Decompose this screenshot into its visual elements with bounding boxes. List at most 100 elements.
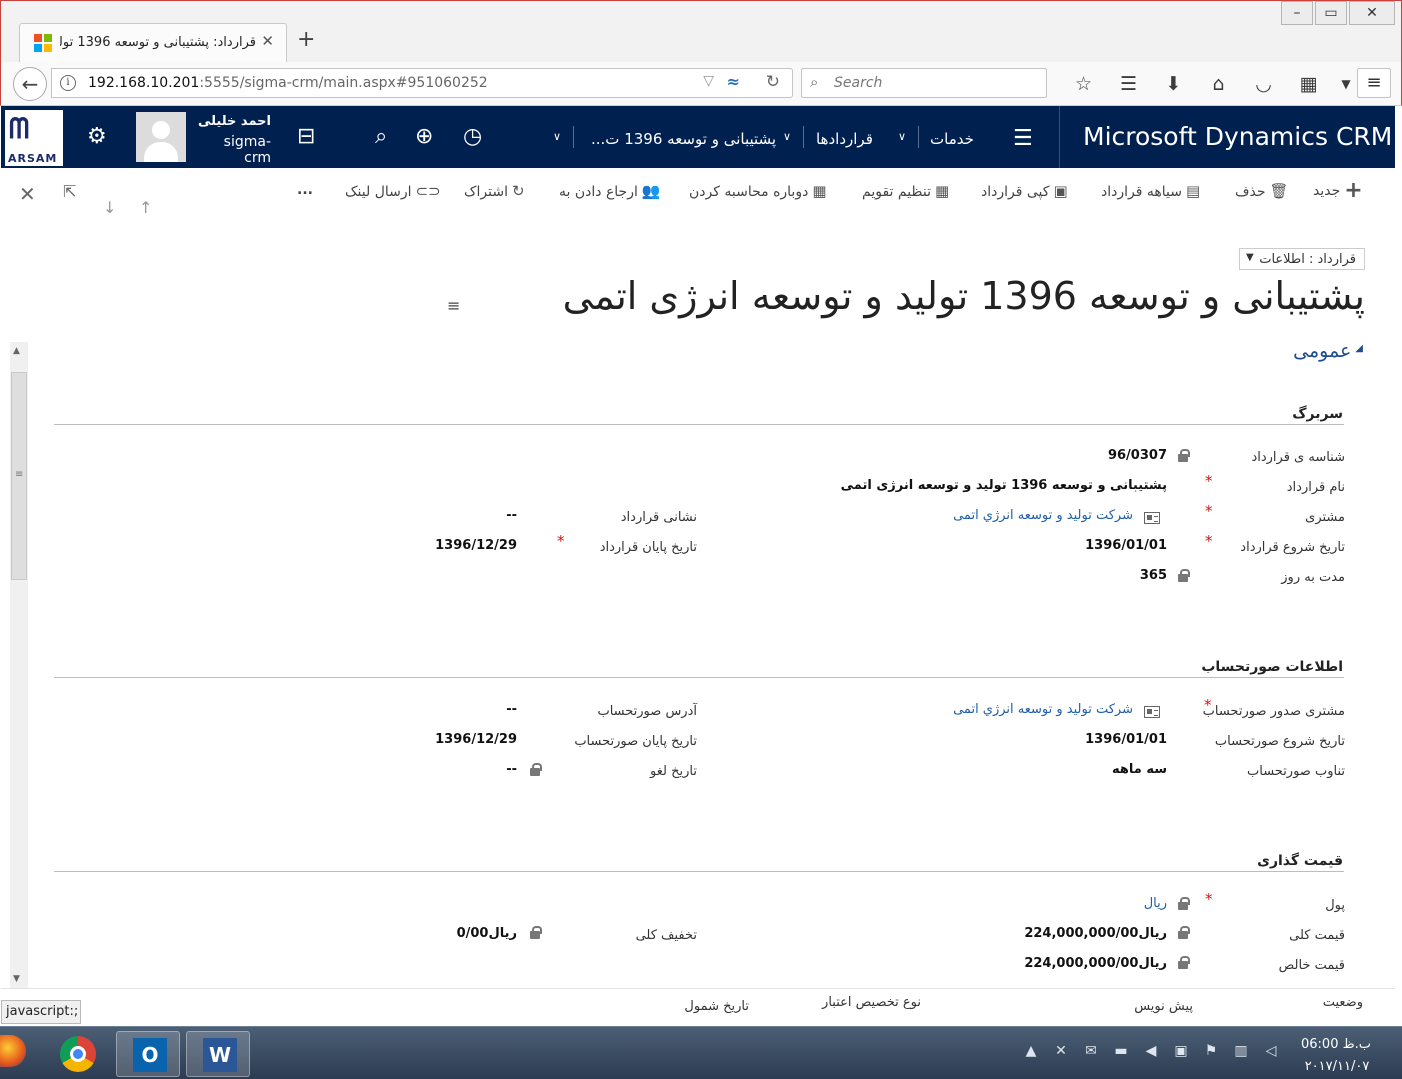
form-selector[interactable]: قرارداد : اطلاعات ▼ xyxy=(1239,248,1365,270)
billing-frequency-field[interactable]: سه ماهه xyxy=(1112,762,1167,777)
contract-id-field[interactable]: 96/0307 xyxy=(1108,448,1167,463)
reload-icon[interactable]: ↻ xyxy=(766,72,780,92)
search-box[interactable]: ⌕ Search xyxy=(801,68,1047,98)
nav-record[interactable]: پشتیبانی و توسعه 1396 ت... xyxy=(591,130,776,148)
chevron-down-icon[interactable]: ∨ xyxy=(898,130,906,143)
gear-icon[interactable]: ⚙ xyxy=(87,124,107,149)
customer-lookup[interactable]: شرکت تولید و توسعه انرژي اتمی xyxy=(953,508,1133,523)
brand-title[interactable]: Microsoft Dynamics CRM xyxy=(1083,122,1392,151)
url-text[interactable]: 192.168.10.201:5555/sigma-crm/main.aspx#… xyxy=(88,75,488,91)
scrollbar[interactable]: ▲ ≡ ▼ xyxy=(10,342,28,988)
link-icon: ⊂⊃ xyxy=(415,182,441,200)
info-icon[interactable]: i xyxy=(60,75,76,91)
company-logo[interactable]: ᗰ ARSAM xyxy=(5,110,63,166)
bill-to-customer-lookup[interactable]: شرکت تولید و توسعه انرژي اتمی xyxy=(953,702,1133,717)
drive-tray-icon[interactable]: ▬ xyxy=(1106,1043,1136,1063)
copy-contract-button[interactable]: ▣کپی قرارداد xyxy=(981,182,1068,200)
net-price-field[interactable]: ریال224,000,000/00 xyxy=(1024,956,1167,971)
download-icon[interactable]: ⬇ xyxy=(1151,70,1196,98)
set-calendar-button[interactable]: ▦تنظیم تقویم xyxy=(862,182,949,200)
url-bar[interactable]: i 192.168.10.201:5555/sigma-crm/main.asp… xyxy=(51,68,793,98)
home-icon[interactable]: ⌂ xyxy=(1196,70,1241,98)
close-tab-icon[interactable]: ✕ xyxy=(261,32,274,50)
minimize-button[interactable]: – xyxy=(1281,1,1313,25)
firefox-icon[interactable] xyxy=(0,1035,26,1067)
user-name[interactable]: احمد خلیلی xyxy=(197,114,271,129)
chevron-down-icon[interactable]: ∨ xyxy=(553,130,561,143)
total-discount-field[interactable]: ریال0/00 xyxy=(457,926,517,941)
tools-tray-icon[interactable]: ✕ xyxy=(1046,1043,1076,1063)
new-button[interactable]: +جدید xyxy=(1313,178,1363,203)
assign-button[interactable]: 👥ارجاع دادن به xyxy=(559,182,661,200)
end-date-field[interactable]: 1396/12/29 xyxy=(435,538,517,553)
outlook-taskbar-button[interactable]: O xyxy=(116,1031,180,1077)
required-marker: * xyxy=(1205,890,1213,908)
windows-taskbar: O W ▲ ✕ ✉ ▬ ◀ ▣ ⚑ ▥ ◁ ب.ظ 06:00 ۲۰۱۷/۱۱/… xyxy=(0,1026,1402,1079)
search-icon[interactable]: ⌕ xyxy=(375,124,387,149)
bill-start-field[interactable]: 1396/01/01 xyxy=(1085,732,1167,747)
footer-status-value[interactable]: پیش نویس xyxy=(1134,999,1193,1014)
bookmark-star-icon[interactable]: ☆ xyxy=(1061,70,1106,98)
extension-icon[interactable]: ≈ xyxy=(727,72,740,91)
email-link-button[interactable]: ⊂⊃ارسال لینک xyxy=(345,182,441,200)
nav-entity-contracts[interactable]: قراردادها xyxy=(816,130,873,148)
maximize-button[interactable]: ▭ xyxy=(1315,1,1347,25)
contract-template-button[interactable]: ▤سیاهه قرارداد xyxy=(1101,182,1200,200)
outlook-tray-icon[interactable]: ✉ xyxy=(1076,1043,1106,1063)
pocket-icon[interactable]: ◡ xyxy=(1241,70,1286,98)
hamburger-menu-icon[interactable]: ☰ xyxy=(1013,126,1033,151)
display-tray-icon[interactable]: ▣ xyxy=(1166,1043,1196,1063)
pdf-tray-icon[interactable]: ▲ xyxy=(1016,1043,1046,1063)
window-close-button[interactable]: ✕ xyxy=(1349,1,1395,25)
scrollbar-thumb[interactable]: ≡ xyxy=(11,372,27,580)
duration-field[interactable]: 365 xyxy=(1140,568,1167,583)
volume-tray-icon[interactable]: ◀ xyxy=(1136,1043,1166,1063)
share-button[interactable]: ↻اشتراک xyxy=(464,182,525,200)
bill-end-field[interactable]: 1396/12/29 xyxy=(435,732,517,747)
chevron-down-icon[interactable]: ∨ xyxy=(783,130,791,143)
avatar[interactable] xyxy=(136,112,186,162)
chrome-taskbar-button[interactable] xyxy=(46,1031,110,1077)
currency-lookup[interactable]: ریال xyxy=(1144,896,1167,911)
network-tray-icon[interactable]: ▥ xyxy=(1226,1043,1256,1063)
contract-name-field[interactable]: پشتیبانی و توسعه 1396 تولید و توسعه انرژ… xyxy=(841,478,1167,493)
addon-icon[interactable]: ▦ xyxy=(1286,70,1331,98)
new-tab-icon[interactable]: + xyxy=(297,27,315,52)
action-center-flag-icon[interactable]: ⚑ xyxy=(1196,1043,1226,1063)
reading-list-icon[interactable]: ☰ xyxy=(1106,70,1151,98)
cancel-date-field[interactable]: -- xyxy=(506,762,517,777)
title-menu-icon[interactable]: ≡ xyxy=(447,296,460,315)
start-date-field[interactable]: 1396/01/01 xyxy=(1085,538,1167,553)
url-dropdown-icon[interactable]: ▽ xyxy=(703,73,714,89)
recalculate-button[interactable]: ▦دوباره محاسبه کردن xyxy=(689,182,827,200)
share-icon: ↻ xyxy=(512,182,525,200)
browser-tab[interactable]: قرارداد: پشتیبانی و توسعه 1396 تولید ✕ xyxy=(19,23,287,63)
search-placeholder[interactable]: Search xyxy=(834,75,882,91)
scroll-down-icon[interactable]: ▼ xyxy=(13,974,20,984)
word-taskbar-button[interactable]: W xyxy=(186,1031,250,1077)
section-title-header: سربرگ xyxy=(1292,406,1343,422)
nav-area-services[interactable]: خدمات xyxy=(930,130,974,148)
plus-icon: + xyxy=(1344,178,1363,203)
total-price-field[interactable]: ریال224,000,000/00 xyxy=(1024,926,1167,941)
search-icon: ⌕ xyxy=(810,73,819,91)
speaker-muted-icon[interactable]: ◁ xyxy=(1256,1043,1286,1063)
arrow-down-icon[interactable]: ↓ xyxy=(103,198,116,217)
bill-to-address-field[interactable]: -- xyxy=(506,702,517,717)
clock-date[interactable]: ۲۰۱۷/۱۱/۰۷ xyxy=(1296,1059,1378,1074)
back-arrow-icon[interactable]: ← xyxy=(13,67,47,101)
recent-icon[interactable]: ◷ xyxy=(463,124,482,149)
contract-address-field[interactable]: -- xyxy=(506,508,517,523)
scroll-up-icon[interactable]: ▲ xyxy=(13,346,20,356)
arrow-up-icon[interactable]: ↑ xyxy=(139,198,152,217)
org-name[interactable]: sigma-crm xyxy=(197,134,271,166)
delete-button[interactable]: 🗑حذف xyxy=(1235,182,1289,200)
popout-icon[interactable]: ⇱ xyxy=(63,182,76,201)
create-new-icon[interactable]: ⊕ xyxy=(415,124,433,149)
more-commands-button[interactable]: ... xyxy=(297,182,313,198)
advanced-find-icon[interactable]: ⊟ xyxy=(297,124,315,149)
browser-menu-icon[interactable]: ≡ xyxy=(1357,68,1391,98)
tab-general[interactable]: ◢عمومی xyxy=(1293,340,1363,362)
clock-time[interactable]: ب.ظ 06:00 xyxy=(1300,1037,1372,1052)
close-icon[interactable]: ✕ xyxy=(19,182,36,206)
